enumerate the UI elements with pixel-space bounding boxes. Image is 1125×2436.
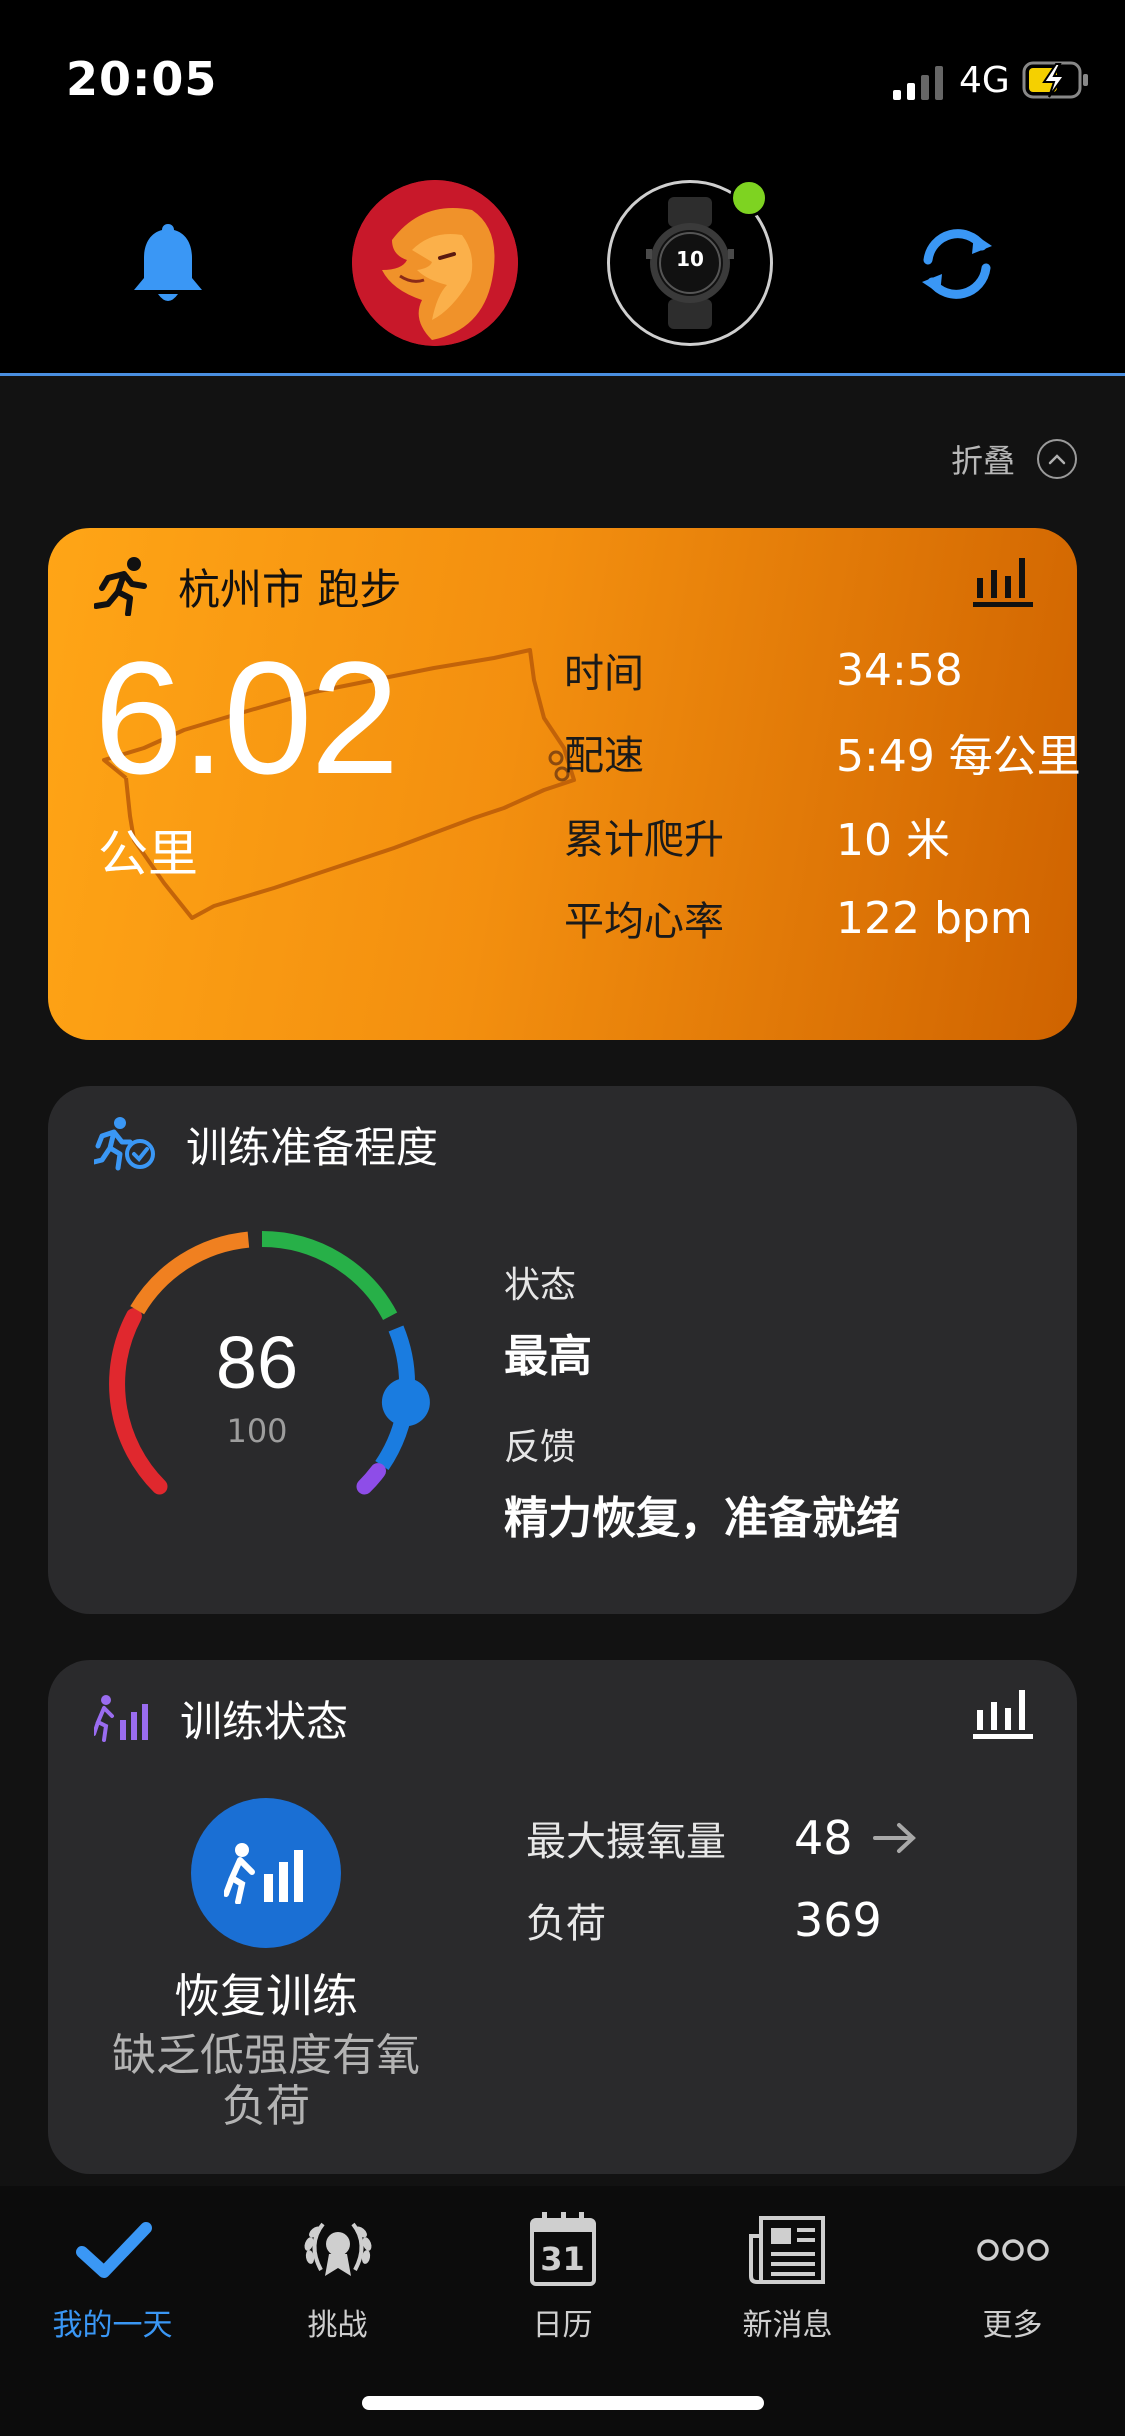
stat-value: 5:49 每公里 [836, 731, 1081, 782]
device-watch[interactable]: 10 [607, 179, 773, 346]
distance-value: 6.02 [94, 628, 399, 807]
readiness-feedback-value: 精力恢复，准备就绪 [504, 1493, 900, 1544]
stat-value: 34:58 [836, 644, 963, 696]
collapse-toggle[interactable]: 折叠 [951, 436, 1077, 482]
sync-icon[interactable] [914, 222, 1000, 306]
arrow-right-icon [872, 1823, 916, 1853]
stat-label: 时间 [564, 651, 644, 697]
bell-icon[interactable] [130, 220, 206, 306]
network-type: 4G [959, 60, 1010, 101]
home-indicator[interactable] [362, 2396, 764, 2410]
status-bar: 20:05 4G [0, 0, 1125, 160]
nav-label: 新消息 [742, 2308, 833, 2343]
metric-label: 负荷 [526, 1901, 606, 1947]
activity-card-run[interactable]: 杭州市 跑步 6.02 公里 时间 34:58 配速 5:49 每公里 累计爬升… [48, 528, 1081, 1040]
nav-label: 更多 [982, 2308, 1043, 2343]
training-status-description: 缺乏低强度有氧负荷 [112, 2030, 420, 2133]
nav-label: 日历 [532, 2308, 593, 2343]
running-icon [94, 557, 147, 616]
chevron-up-icon[interactable] [1037, 439, 1077, 479]
readiness-status-label: 状态 [504, 1265, 577, 1306]
stat-label: 累计爬升 [564, 817, 724, 863]
readiness-title: 训练准备程度 [186, 1122, 439, 1172]
nav-label: 我的一天 [52, 2308, 173, 2343]
metric-row-load: 负荷 369 [526, 1890, 882, 1950]
readiness-status-value: 最高 [504, 1331, 592, 1382]
nav-more[interactable]: 更多 [900, 2210, 1125, 2344]
stat-row-pace: 配速 5:49 每公里 [564, 722, 1124, 782]
training-status-card[interactable]: 训练状态 恢复训练 缺乏低强度有氧负荷 最大摄氧量 48 负荷 369 [48, 1660, 1077, 2174]
training-status-badge [191, 1798, 341, 1948]
metric-value: 48 [794, 1811, 853, 1865]
watch-face-time: 10 [676, 247, 704, 271]
status-time: 20:05 [66, 52, 218, 106]
training-status-title: 训练状态 [180, 1696, 349, 1746]
stat-row-ascent: 累计爬升 10 米 [564, 806, 1124, 866]
avatar[interactable] [352, 180, 518, 346]
readiness-score: 86 [215, 1321, 299, 1404]
collapse-label: 折叠 [950, 442, 1015, 480]
metric-label: 最大摄氧量 [526, 1819, 726, 1865]
nav-label: 挑战 [307, 2308, 368, 2343]
bar-chart-icon[interactable] [973, 552, 1033, 608]
distance-unit: 公里 [98, 825, 198, 883]
laurel-icon [304, 2222, 371, 2276]
nav-news[interactable]: 新消息 [675, 2210, 900, 2344]
stat-label: 平均心率 [564, 899, 724, 945]
nav-challenges[interactable]: 挑战 [225, 2210, 450, 2344]
readiness-status-block: 状态 最高 [504, 1256, 592, 1384]
battery-charging-icon [1022, 61, 1088, 99]
training-readiness-card[interactable]: 训练准备程度 86 100 状态 最高 反馈 精力恢复，准备就绪 [48, 1086, 1077, 1614]
readiness-header: 训练准备程度 [94, 1108, 438, 1180]
stat-row-time: 时间 34:58 [564, 640, 1124, 700]
training-status-value: 恢复训练 [174, 1969, 358, 2023]
readiness-max: 100 [226, 1412, 288, 1450]
connection-status-dot [730, 179, 768, 217]
calendar-day: 31 [540, 2240, 585, 2278]
more-dots-icon [976, 2239, 1049, 2261]
bar-chart-icon[interactable] [973, 1684, 1033, 1740]
check-icon [75, 2222, 152, 2278]
training-status-icon [94, 1695, 148, 1742]
lion-avatar-image [352, 180, 518, 346]
run-card-header: 杭州市 跑步 [94, 550, 401, 622]
readiness-feedback-label: 反馈 [504, 1427, 577, 1468]
stat-row-heart-rate: 平均心率 122 bpm [564, 888, 1124, 948]
top-bar: 10 [0, 160, 1125, 376]
metric-value: 369 [794, 1893, 882, 1947]
nav-my-day[interactable]: 我的一天 [0, 2210, 225, 2344]
nav-calendar[interactable]: 31 日历 [450, 2210, 675, 2344]
stat-label: 配速 [564, 733, 644, 779]
newspaper-icon [748, 2216, 825, 2284]
stat-value: 10 米 [836, 815, 950, 866]
recovery-training-icon [224, 1843, 303, 1904]
run-card-title: 杭州市 跑步 [178, 564, 402, 614]
stat-value: 122 bpm [836, 892, 1033, 944]
readiness-feedback-block: 反馈 精力恢复，准备就绪 [504, 1418, 900, 1546]
metric-row-vo2max: 最大摄氧量 48 [526, 1808, 917, 1868]
runner-readiness-icon [94, 1117, 155, 1171]
cellular-signal-icon [893, 66, 943, 100]
calendar-icon: 31 [518, 2210, 608, 2290]
training-status-header: 训练状态 [94, 1682, 348, 1754]
